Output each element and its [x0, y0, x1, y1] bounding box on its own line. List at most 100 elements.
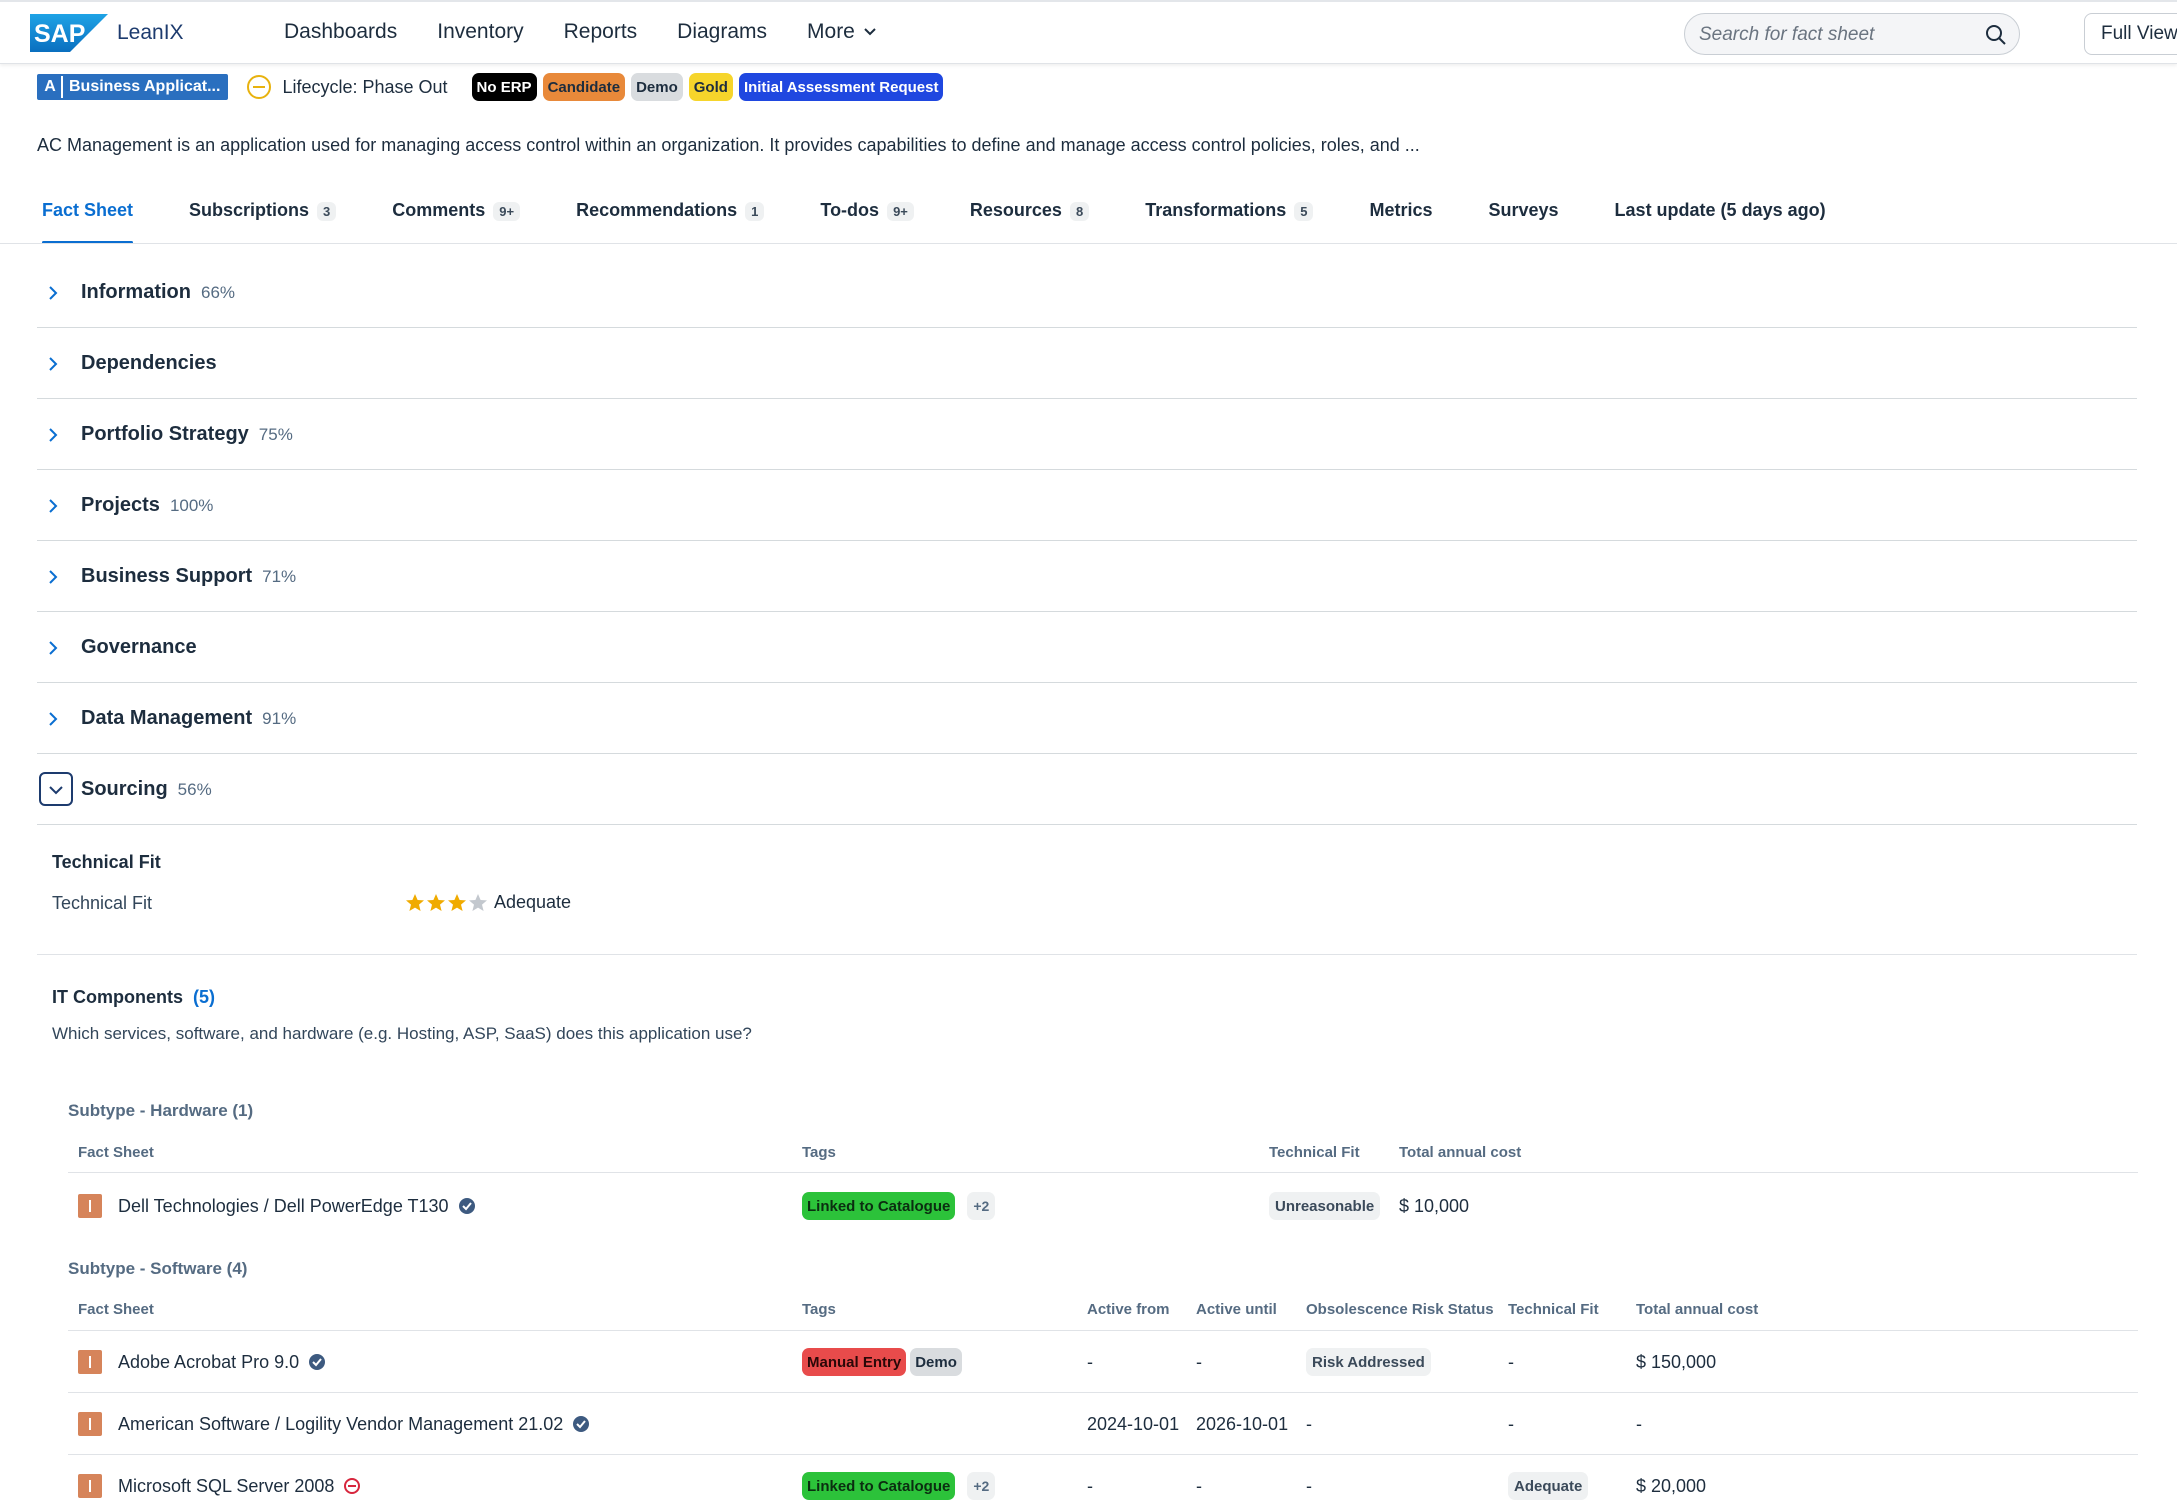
active-from-cell: - [1087, 1351, 1093, 1372]
collapse-button[interactable] [39, 772, 73, 806]
tag-manual-entry[interactable]: Manual Entry [802, 1348, 907, 1376]
chevron-right-icon[interactable] [45, 569, 61, 585]
more-tags-button[interactable]: +2 [967, 1192, 996, 1220]
tab-recommendations[interactable]: Recommendations 1 [576, 200, 765, 244]
nav-inventory[interactable]: Inventory [437, 20, 523, 44]
column-header: Tags [802, 1144, 836, 1161]
section-portfolio-strategy[interactable]: Portfolio Strategy 75% [37, 399, 2137, 470]
cost-cell: $ 150,000 [1636, 1351, 1717, 1372]
tab-last-update[interactable]: Last update (5 days ago) [1615, 200, 1826, 244]
chevron-right-icon[interactable] [45, 356, 61, 372]
tag-demo[interactable]: Demo [631, 73, 683, 101]
app-name[interactable]: LeanIX [117, 21, 184, 45]
it-component-icon [78, 1194, 102, 1218]
tab-surveys[interactable]: Surveys [1488, 200, 1558, 244]
technical-fit-cell: - [1508, 1413, 1514, 1434]
tab-resources[interactable]: Resources 8 [969, 200, 1090, 244]
it-component-icon [78, 1350, 102, 1374]
table-row-fact-sheet[interactable]: Adobe Acrobat Pro 9.0 [78, 1347, 326, 1377]
sap-logo-icon[interactable]: SAP [30, 14, 108, 52]
technical-fit-rating: Adequate [405, 892, 571, 913]
fact-sheet-name[interactable]: Microsoft SQL Server 2008 [118, 1476, 334, 1497]
fact-sheet-name[interactable]: Dell Technologies / Dell PowerEdge T130 [118, 1196, 449, 1217]
tag-no-erp[interactable]: No ERP [471, 73, 537, 101]
tab-comments[interactable]: Comments 9+ [392, 200, 521, 244]
section-title: Dependencies [81, 352, 217, 374]
nav-reports[interactable]: Reports [564, 20, 638, 44]
chevron-down-icon [864, 28, 876, 36]
row-divider [68, 1454, 2138, 1455]
tab-transformations[interactable]: Transformations 5 [1145, 200, 1314, 244]
tab-metrics[interactable]: Metrics [1369, 200, 1432, 244]
tab-subscriptions[interactable]: Subscriptions 3 [189, 200, 337, 244]
more-tags-button[interactable]: +2 [967, 1472, 996, 1500]
tab-count: 9+ [493, 202, 521, 221]
section-information[interactable]: Information 66% [37, 257, 2137, 328]
nav-dashboards[interactable]: Dashboards [284, 20, 397, 44]
fact-sheet-name[interactable]: American Software / Logility Vendor Mana… [118, 1414, 563, 1435]
section-business-support[interactable]: Business Support 71% [37, 541, 2137, 612]
subtype-hardware-title: Subtype - Hardware (1) [68, 1101, 254, 1120]
table-row-fact-sheet[interactable]: Dell Technologies / Dell PowerEdge T130 [78, 1191, 476, 1221]
type-letter: A [39, 76, 63, 98]
star-filled-icon [427, 893, 445, 911]
fact-sheet-name[interactable]: Adobe Acrobat Pro 9.0 [118, 1352, 299, 1373]
active-from-cell: 2024-10-01 [1087, 1413, 1180, 1434]
technical-fit-badge: Unreasonable [1269, 1192, 1381, 1220]
tag-initial-assessment-request[interactable]: Initial Assessment Request [738, 73, 944, 101]
technical-fit-cell: Adequate [1508, 1471, 1589, 1501]
search-input[interactable] [1699, 24, 1979, 46]
section-title: Business Support 71% [81, 565, 297, 587]
tag-gold[interactable]: Gold [688, 73, 733, 101]
table-row-fact-sheet[interactable]: American Software / Logility Vendor Mana… [78, 1409, 590, 1439]
section-sourcing[interactable]: Sourcing 56% [37, 754, 2137, 825]
nav-diagrams[interactable]: Diagrams [677, 20, 767, 44]
section-title: Projects 100% [81, 494, 214, 516]
column-header: Tags [802, 1301, 836, 1318]
row-divider [68, 1172, 2138, 1173]
section-projects[interactable]: Projects 100% [37, 470, 2137, 541]
star-filled-icon [448, 893, 466, 911]
active-until-cell: - [1196, 1351, 1202, 1372]
lifecycle-label: Lifecycle: Phase Out [282, 76, 448, 97]
search-icon[interactable] [1985, 24, 2007, 46]
section-dependencies[interactable]: Dependencies [37, 328, 2137, 399]
nav-more[interactable]: More [807, 20, 877, 44]
tab-count: 3 [317, 202, 337, 221]
tags-cell: Linked to Catalogue +2 [802, 1471, 996, 1501]
verified-icon [573, 1416, 590, 1432]
tab-label: Resources [969, 200, 1062, 220]
tab-count: 9+ [887, 202, 914, 221]
tab-todos[interactable]: To-dos 9+ [820, 200, 914, 244]
fact-sheet-badges: A Business Applicat... Lifecycle: Phase … [37, 73, 949, 101]
it-components-count[interactable]: (5) [193, 987, 215, 1007]
tag-linked-to-catalogue[interactable]: Linked to Catalogue [802, 1472, 956, 1500]
tab-count: 8 [1069, 202, 1090, 221]
tab-label: Subscriptions [189, 200, 310, 220]
top-bar: SAP LeanIX Dashboards Inventory Reports … [0, 0, 2177, 64]
column-header: Active from [1087, 1301, 1170, 1318]
chevron-right-icon[interactable] [45, 640, 61, 656]
chevron-right-icon[interactable] [45, 285, 61, 301]
search-box[interactable] [1684, 13, 2020, 55]
svg-text:SAP: SAP [34, 20, 85, 48]
tags-cell: Manual Entry Demo [802, 1347, 968, 1377]
tag-linked-to-catalogue[interactable]: Linked to Catalogue [802, 1192, 956, 1220]
column-header: Technical Fit [1508, 1301, 1599, 1318]
chevron-down-icon [49, 786, 63, 795]
active-from-cell: - [1087, 1475, 1093, 1496]
chevron-right-icon[interactable] [45, 498, 61, 514]
chevron-right-icon[interactable] [45, 427, 61, 443]
table-row-fact-sheet[interactable]: Microsoft SQL Server 2008 [78, 1471, 361, 1501]
tag-demo[interactable]: Demo [910, 1348, 962, 1376]
tag-candidate[interactable]: Candidate [542, 73, 626, 101]
main-nav: Dashboards Inventory Reports Diagrams Mo… [284, 20, 917, 44]
full-view-button[interactable]: Full View [2084, 13, 2177, 55]
risk-status-cell: - [1306, 1413, 1312, 1434]
blocked-icon [344, 1478, 361, 1494]
section-governance[interactable]: Governance [37, 612, 2137, 683]
section-data-management[interactable]: Data Management 91% [37, 683, 2137, 754]
technical-fit-badge: Adequate [1508, 1472, 1589, 1500]
tab-fact-sheet[interactable]: Fact Sheet [42, 200, 134, 244]
chevron-right-icon[interactable] [45, 711, 61, 727]
